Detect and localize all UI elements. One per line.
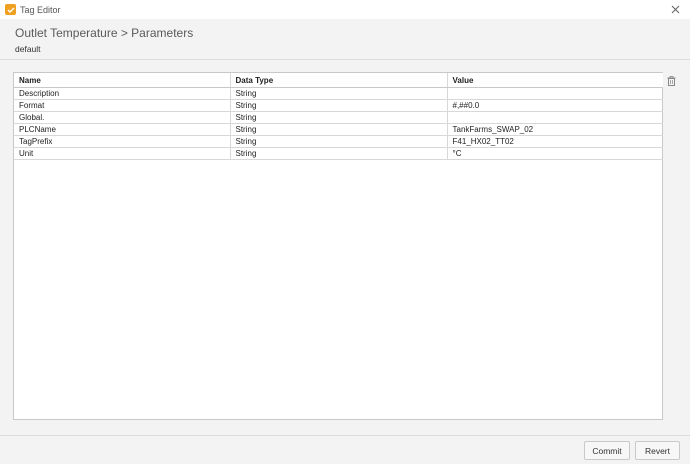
param-name[interactable]: Format xyxy=(14,99,231,112)
table-row[interactable]: Format String #,##0.0 xyxy=(14,99,663,112)
tag-editor-window: Tag Editor Outlet Temperature > Paramete… xyxy=(0,0,690,464)
param-name[interactable]: Description xyxy=(14,87,231,100)
parameters-table: Name Data Type Value Description String … xyxy=(14,73,663,160)
breadcrumb: Outlet Temperature > Parameters xyxy=(15,26,194,40)
table-row[interactable]: Global. String xyxy=(14,111,663,124)
param-type[interactable]: String xyxy=(230,111,448,124)
param-name[interactable]: PLCName xyxy=(14,123,231,136)
close-icon xyxy=(671,5,679,13)
parameters-table-panel: Name Data Type Value Description String … xyxy=(13,72,663,420)
param-type[interactable]: String xyxy=(230,99,448,112)
table-row[interactable]: TagPrefix String F41_HX02_TT02 xyxy=(14,135,663,148)
close-button[interactable] xyxy=(668,2,682,16)
parameters-content: Name Data Type Value Description String … xyxy=(0,60,690,435)
param-type[interactable]: String xyxy=(230,147,448,160)
param-name[interactable]: TagPrefix xyxy=(14,135,231,148)
param-value[interactable] xyxy=(447,111,663,124)
delete-parameter-button[interactable] xyxy=(667,73,676,86)
tag-provider-label: default xyxy=(15,44,41,54)
param-type[interactable]: String xyxy=(230,135,448,148)
column-header-data-type[interactable]: Data Type xyxy=(230,73,448,88)
param-name[interactable]: Global. xyxy=(14,111,231,124)
param-type[interactable]: String xyxy=(230,123,448,136)
title-bar: Tag Editor xyxy=(0,0,690,19)
table-row[interactable]: Description String xyxy=(14,87,663,100)
footer-bar: Commit Revert xyxy=(0,435,690,464)
table-row[interactable]: PLCName String TankFarms_SWAP_02 xyxy=(14,123,663,136)
commit-button[interactable]: Commit xyxy=(584,441,630,460)
revert-button[interactable]: Revert xyxy=(635,441,680,460)
param-type[interactable]: String xyxy=(230,87,448,100)
param-value[interactable]: F41_HX02_TT02 xyxy=(447,135,663,148)
param-value[interactable]: #,##0.0 xyxy=(447,99,663,112)
trash-icon xyxy=(667,76,676,86)
column-header-name[interactable]: Name xyxy=(14,73,231,88)
window-title: Tag Editor xyxy=(20,4,61,15)
column-header-value[interactable]: Value xyxy=(447,73,663,88)
table-header-row: Name Data Type Value xyxy=(14,73,663,88)
tag-editor-icon xyxy=(5,4,16,15)
editor-header: Outlet Temperature > Parameters default xyxy=(0,19,690,60)
param-value[interactable]: TankFarms_SWAP_02 xyxy=(447,123,663,136)
param-value[interactable] xyxy=(447,87,663,100)
param-name[interactable]: Unit xyxy=(14,147,231,160)
table-row[interactable]: Unit String °C xyxy=(14,147,663,160)
param-value[interactable]: °C xyxy=(447,147,663,160)
